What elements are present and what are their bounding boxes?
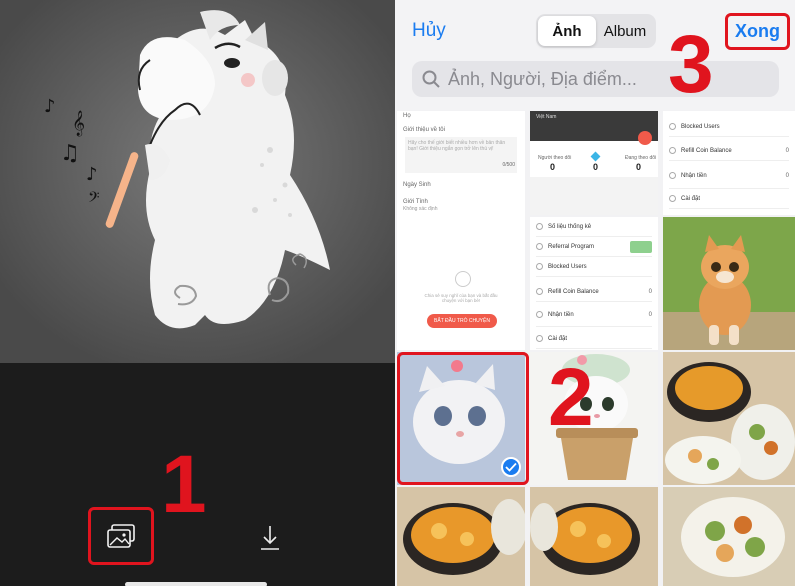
done-button[interactable]: Xong: [725, 13, 790, 50]
ss-birthday: Ngày Sinh: [403, 182, 431, 188]
search-placeholder: Ảnh, Người, Địa điểm...: [448, 68, 637, 89]
photo-thumbnail-food-2[interactable]: [397, 487, 525, 586]
photo-thumbnail-kitten[interactable]: [663, 217, 795, 350]
ss-gender: Giới Tính: [403, 199, 428, 205]
photo-thumbnail-food-3[interactable]: [530, 487, 658, 586]
gallery-button[interactable]: [88, 507, 154, 565]
checkmark-icon: [501, 457, 521, 477]
ss-following-label: Người theo dõi: [538, 155, 572, 161]
ss-menu-row: Refill Coin Balance 0: [536, 282, 652, 302]
ss-menu-row: Cài đặt: [536, 329, 652, 349]
ss-bio-hint: Hãy cho thế giới biết nhiều hơn về bản t…: [405, 137, 517, 173]
svg-text:♪: ♪: [86, 164, 98, 185]
ss-menu-row: Blocked Users: [669, 117, 789, 137]
photo-thumbnail-screenshot-stats[interactable]: Việt Nam Người theo dõi Đang theo dõi 0 …: [530, 111, 658, 215]
ss-counter: 0/500: [502, 162, 515, 168]
ss-empty-chat: Chia sẻ suy nghĩ của bạn và bắt đầu chuy…: [424, 293, 498, 303]
ss-menu-row: Refill Coin Balance 0: [669, 141, 789, 161]
food-photo: [663, 487, 795, 586]
block-icon: [536, 263, 543, 270]
check-glyph: [505, 462, 517, 472]
ss-menu-row: Nhận tiền 0: [536, 303, 652, 327]
home-indicator: [125, 582, 267, 586]
download-button[interactable]: [256, 524, 284, 552]
stats-icon: [536, 223, 543, 230]
ss-country: Việt Nam: [536, 114, 557, 120]
ss-followers-label: Đang theo dõi: [625, 155, 657, 161]
coin-icon: [536, 288, 543, 295]
search-icon: [422, 70, 440, 88]
ss-gender-value: Không xác định: [403, 206, 438, 212]
search-input[interactable]: Ảnh, Người, Địa điểm...: [412, 61, 779, 97]
photo-thumbnail-screenshot-profile[interactable]: Họ Giới thiệu về tôi Hãy cho thế giới bi…: [397, 111, 525, 350]
screenshot-root: ♪ 𝄞 ♫ ♪ 𝄢 Hủy Ảnh Album Xong Ảnh, Người,…: [0, 0, 795, 586]
cancel-button[interactable]: Hủy: [412, 20, 446, 42]
money-icon: [630, 240, 652, 253]
photo-thumbnail-screenshot-menu-2[interactable]: Số liệu thống kê Referral Program Blocke…: [530, 217, 658, 350]
block-icon: [669, 123, 676, 130]
money-icon: [669, 172, 676, 179]
photo-grid: Họ Giới thiệu về tôi Hãy cho thế giới bi…: [395, 111, 795, 586]
ss-start-button: BẮT ĐẦU TRÒ CHUYỆN: [427, 314, 497, 328]
ss-field-name: Họ: [403, 113, 411, 119]
food-photo: [663, 352, 795, 485]
ss-menu-row: Blocked Users: [536, 257, 652, 277]
chat-bubble-icon: [455, 271, 471, 287]
ss-menu-row: Cài đặt: [669, 189, 789, 209]
ss-value-3: 0: [636, 162, 642, 172]
camera-icon: [638, 131, 652, 145]
ss-field-bio: Giới thiệu về tôi: [403, 127, 445, 133]
referral-icon: [536, 243, 543, 250]
tab-photos[interactable]: Ảnh: [538, 16, 596, 46]
tab-albums[interactable]: Album: [596, 16, 654, 46]
svg-text:♪: ♪: [44, 96, 56, 117]
money-icon: [536, 311, 543, 318]
photo-thumbnail-food-1[interactable]: [663, 352, 795, 485]
gallery-icon: [107, 524, 135, 548]
download-icon: [261, 526, 279, 550]
ss-menu-row: Nhận tiền 0: [669, 163, 789, 189]
settings-icon: [669, 195, 676, 202]
rhino-artwork: ♪ 𝄞 ♫ ♪ 𝄢: [0, 0, 395, 363]
food-photo: [530, 487, 658, 586]
ss-menu-row: Số liệu thống kê: [536, 217, 652, 237]
rhino-illustration: ♪ 𝄞 ♫ ♪ 𝄢: [0, 0, 395, 363]
food-photo: [397, 487, 525, 586]
svg-text:𝄞: 𝄞: [72, 110, 85, 136]
ss-blank-area: [530, 177, 658, 215]
coin-icon: [669, 147, 676, 154]
ss-menu-row: Referral Program: [536, 237, 652, 257]
kitten-photo: [663, 217, 795, 350]
step-number-1: 1: [161, 439, 207, 530]
step-number-2: 2: [548, 352, 594, 443]
svg-text:𝄢: 𝄢: [88, 189, 100, 210]
photo-picker: Hủy Ảnh Album Xong Ảnh, Người, Địa điểm.…: [395, 0, 795, 586]
ss-value-2: 0: [593, 162, 599, 172]
svg-text:♫: ♫: [60, 141, 80, 166]
diamond-icon: [590, 151, 601, 162]
photo-thumbnail-food-4[interactable]: [663, 487, 795, 586]
picker-header: Hủy Ảnh Album Xong Ảnh, Người, Địa điểm.…: [395, 0, 795, 110]
picker-segmented-control: Ảnh Album: [536, 14, 656, 48]
ss-value-1: 0: [550, 162, 556, 172]
step-number-3: 3: [668, 19, 714, 110]
photo-thumbnail-screenshot-menu[interactable]: Blocked Users Refill Coin Balance 0 Nhận …: [663, 111, 795, 215]
settings-icon: [536, 335, 543, 342]
